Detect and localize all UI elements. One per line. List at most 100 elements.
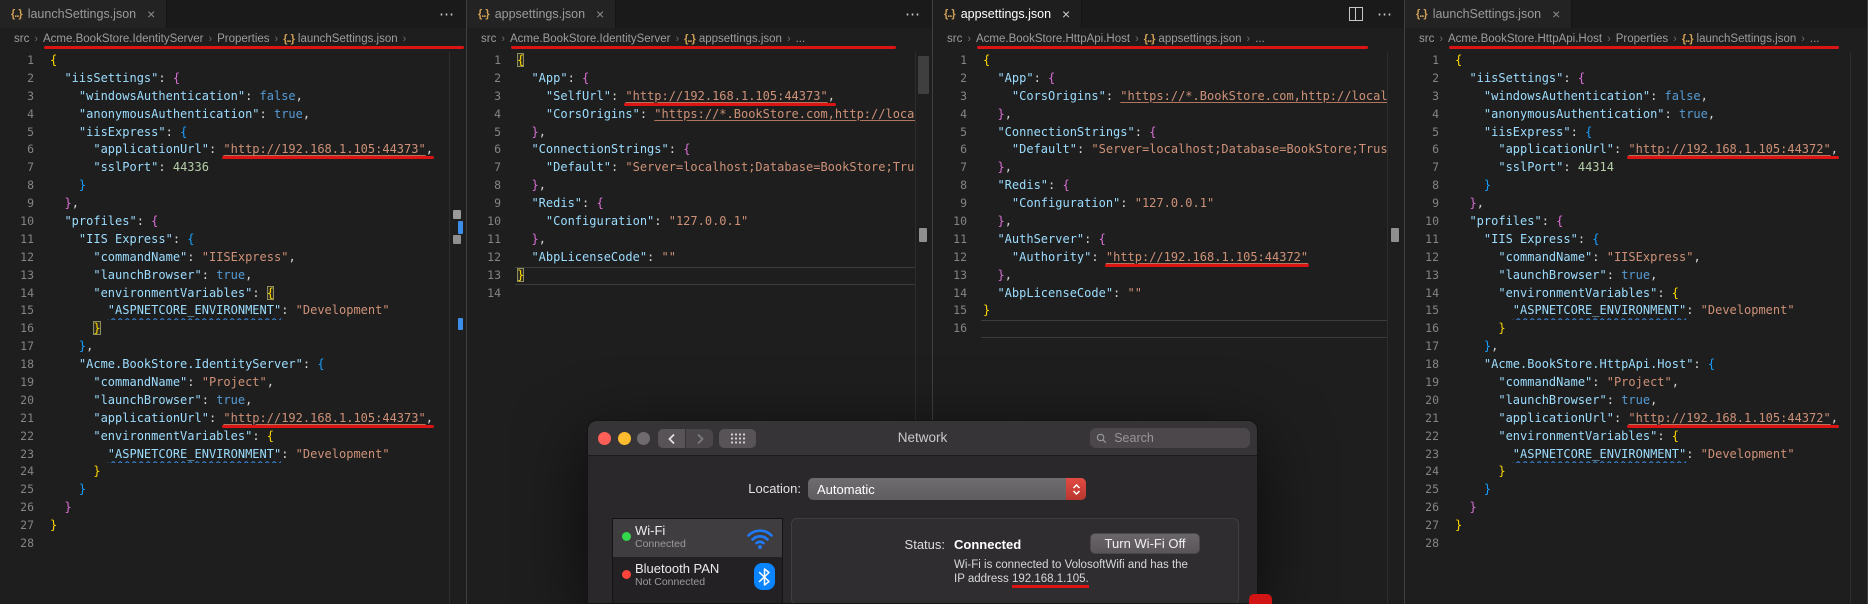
tab-launchSettings.json[interactable]: {..} launchSettings.json × (1405, 0, 1573, 28)
search-input[interactable] (1112, 430, 1244, 446)
breadcrumb-item[interactable]: Acme.BookStore.IdentityServer (510, 33, 670, 45)
breadcrumb-item[interactable]: Acme.BookStore.HttpApi.Host (1448, 33, 1602, 45)
line-number: 7 (27, 160, 34, 175)
more-actions-icon[interactable]: ⋯ (905, 5, 920, 23)
line-number: 12 (1425, 249, 1439, 264)
code-line: 9 }, (1405, 195, 1851, 213)
more-actions-icon[interactable]: ⋯ (1377, 5, 1392, 23)
line-number: 1 (960, 53, 967, 67)
code-line: 8 } (0, 177, 450, 195)
code-line: 24 } (0, 463, 450, 481)
line-text: }, (531, 178, 546, 193)
breadcrumb-item[interactable]: Acme.BookStore.IdentityServer (43, 33, 203, 45)
breadcrumb-item[interactable]: Properties (1616, 33, 1668, 45)
line-number: 17 (1425, 339, 1439, 354)
search-field[interactable] (1090, 428, 1250, 448)
split-editor-icon[interactable] (1349, 7, 1363, 21)
breadcrumb-item[interactable]: appsettings.json (1158, 33, 1241, 45)
zoom-window-button[interactable] (637, 432, 650, 445)
line-number: 8 (960, 178, 967, 193)
line-number: 14 (1425, 285, 1439, 300)
breadcrumb-item[interactable]: ... (796, 33, 806, 45)
code-line: 15 "ASPNETCORE_ENVIRONMENT": "Developmen… (1405, 302, 1851, 320)
back-button[interactable] (658, 429, 685, 448)
code-line: 9 "Redis": { (467, 195, 916, 213)
minimize-window-button[interactable] (618, 432, 631, 445)
code-line: 28 (0, 535, 450, 553)
breadcrumb-item[interactable]: Properties (217, 33, 269, 45)
close-tab-icon[interactable]: × (147, 7, 155, 21)
code-editor[interactable]: 1{2 "iisSettings": {3 "windowsAuthentica… (1405, 52, 1851, 604)
line-text: } (93, 464, 101, 479)
code-line: 14 "AbpLicenseCode": "" (933, 285, 1388, 303)
scrollbar[interactable] (1850, 52, 1867, 604)
breadcrumb-item[interactable]: src (481, 33, 496, 45)
window-title: Network (897, 430, 948, 445)
line-text: "commandName": "Project", (1498, 375, 1679, 390)
code-line: 6 "applicationUrl": "http://192.168.1.10… (1405, 141, 1851, 159)
turn-wifi-off-button[interactable]: Turn Wi-Fi Off (1090, 533, 1200, 554)
line-text: "ASPNETCORE_ENVIRONMENT": "Development" (107, 446, 390, 461)
code-line: 7 }, (933, 159, 1388, 177)
window-titlebar[interactable]: Network (588, 421, 1257, 456)
breadcrumb-item[interactable]: src (14, 33, 29, 45)
breadcrumb-item[interactable]: src (1419, 33, 1434, 45)
code-line: 27} (0, 517, 450, 535)
code-line: 11 "AuthServer": { (933, 231, 1388, 249)
breadcrumb-item[interactable]: ... (1255, 33, 1265, 45)
code-line: 21 "applicationUrl": "http://192.168.1.1… (0, 410, 450, 428)
close-tab-icon[interactable]: × (1062, 7, 1070, 21)
line-number: 14 (953, 285, 967, 300)
scrollbar[interactable] (449, 52, 466, 604)
service-row-Bluetooth PAN[interactable]: Bluetooth PAN Not Connected (613, 557, 782, 595)
line-text: } (64, 500, 72, 515)
breadcrumb-item[interactable]: Acme.BookStore.HttpApi.Host (976, 33, 1130, 45)
line-text: } (1498, 321, 1506, 336)
code-line: 13} (467, 266, 916, 285)
line-text: "profiles": { (64, 214, 159, 229)
line-number: 13 (953, 267, 967, 282)
breadcrumb-separator-icon: › (967, 33, 972, 45)
line-text: }, (531, 124, 546, 139)
close-window-button[interactable] (598, 432, 611, 445)
tab-appsettings.json[interactable]: {..} appsettings.json × (933, 0, 1083, 28)
json-file-icon: {..} (1143, 33, 1156, 45)
code-line: 28 (1405, 535, 1851, 553)
breadcrumb-separator-icon: › (1135, 33, 1139, 45)
service-row-Wi-Fi[interactable]: Wi-Fi Connected (613, 519, 782, 557)
show-all-preferences-button[interactable] (719, 429, 756, 448)
breadcrumb-item[interactable]: launchSettings.json (298, 33, 398, 45)
more-actions-icon[interactable]: ⋯ (439, 5, 454, 23)
line-text: "App": { (997, 70, 1056, 85)
code-line: 1{ (933, 52, 1388, 70)
line-number: 1 (494, 53, 501, 67)
breadcrumb-item[interactable]: launchSettings.json (1697, 33, 1797, 45)
code-editor[interactable]: 1{2 "iisSettings": {3 "windowsAuthentica… (0, 52, 450, 604)
close-tab-icon[interactable]: × (596, 7, 604, 21)
code-line: 3 "windowsAuthentication": false, (0, 88, 450, 106)
line-number: 27 (1425, 518, 1439, 533)
code-line: 3 "CorsOrigins": "https://*.BookStore.co… (933, 88, 1388, 106)
line-number: 12 (20, 249, 34, 264)
line-number: 2 (27, 70, 34, 85)
line-text: "App": { (531, 70, 590, 85)
json-file-icon: {..} (11, 8, 23, 20)
tab-appsettings.json[interactable]: {..} appsettings.json × (467, 0, 617, 28)
breadcrumb-item[interactable]: ... (1810, 33, 1820, 45)
line-number: 13 (487, 267, 501, 282)
line-number: 9 (494, 196, 501, 211)
line-number: 22 (1425, 428, 1439, 443)
code-line: 2 "App": { (933, 70, 1388, 88)
breadcrumb-item[interactable]: src (947, 33, 962, 45)
line-text: "IIS Express": { (1483, 231, 1600, 246)
breadcrumb-item[interactable]: appsettings.json (699, 33, 782, 45)
close-tab-icon[interactable]: × (1552, 7, 1560, 21)
code-line: 9 "Configuration": "127.0.0.1" (933, 195, 1388, 213)
status-dot (622, 570, 631, 579)
line-text: "CorsOrigins": "https://*.BookStore.com,… (545, 106, 916, 121)
forward-button[interactable] (686, 429, 713, 448)
location-dropdown[interactable]: Automatic (808, 478, 1086, 500)
tab-launchSettings.json[interactable]: {..} launchSettings.json × (0, 0, 168, 28)
line-number: 9 (960, 196, 967, 211)
scrollbar[interactable] (1387, 52, 1404, 604)
